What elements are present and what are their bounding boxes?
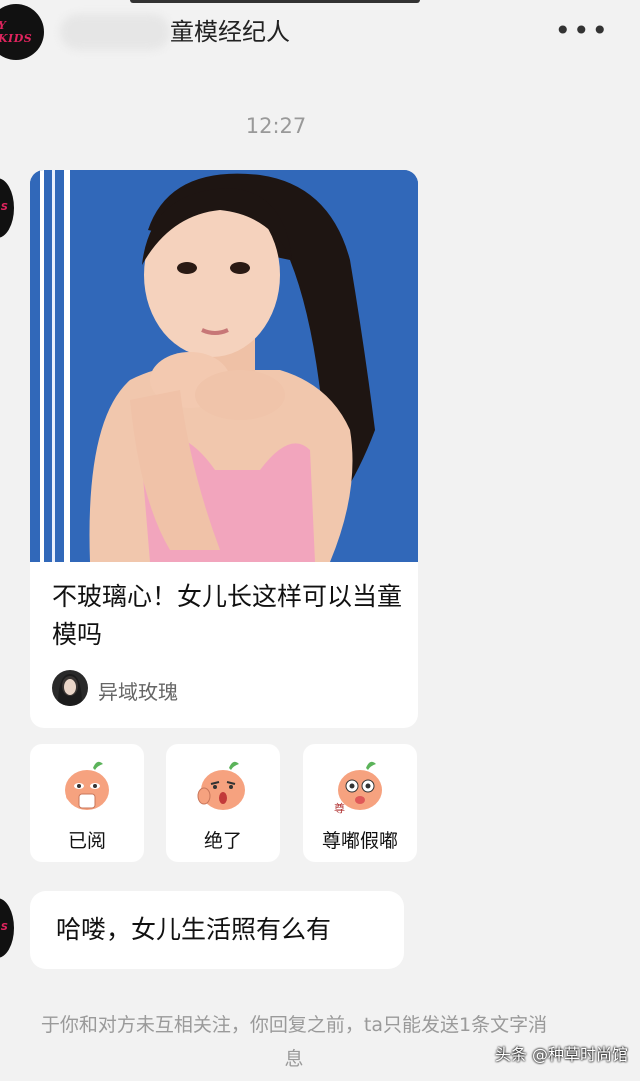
watermark: 头条 @种草时尚馆 [494,1045,628,1064]
chat-title: 童模经纪人 [170,18,290,46]
reaction-label: 绝了 [203,830,242,852]
girl-portrait-image [30,170,418,562]
author-name: 异域玫瑰 [98,680,178,704]
reaction-read-button[interactable]: 已阅 [30,744,144,862]
reaction-label: 已阅 [67,830,106,852]
more-options-icon[interactable]: ••• [554,16,610,46]
message-timestamp: 12:27 [245,114,307,138]
post-photo [30,170,418,562]
amazing-emoji-icon [197,761,245,810]
post-title: 不玻璃心！女儿长这样可以当童模吗 [52,582,403,649]
really-emoji-icon: 尊 [334,761,382,815]
message-bubble[interactable]: 哈喽，女儿生活照有么有 [30,891,404,969]
author-avatar [52,670,88,706]
sender-avatar[interactable]: S [0,898,14,958]
reaction-amazing-button[interactable]: 绝了 [166,744,280,862]
chat-header: Y KIDS 童模经纪人 ••• [0,0,640,70]
blurred-name [60,14,170,50]
reaction-label: 尊嘟假嘟 [321,830,398,852]
shared-post-card[interactable]: 不玻璃心！女儿长这样可以当童模吗 异域玫瑰 [30,170,418,728]
avatar-logo-text: Y KIDS [0,19,33,45]
reaction-really-button[interactable]: 尊 尊嘟假嘟 [303,744,417,862]
read-emoji-icon [65,761,109,810]
notice-line: 于你和对方未互相关注，你回复之前，ta只能发送1条文字消 [40,1014,548,1036]
contact-avatar[interactable]: Y KIDS [0,4,44,60]
sender-avatar[interactable]: S [0,178,14,238]
svg-text:尊: 尊 [334,801,345,815]
